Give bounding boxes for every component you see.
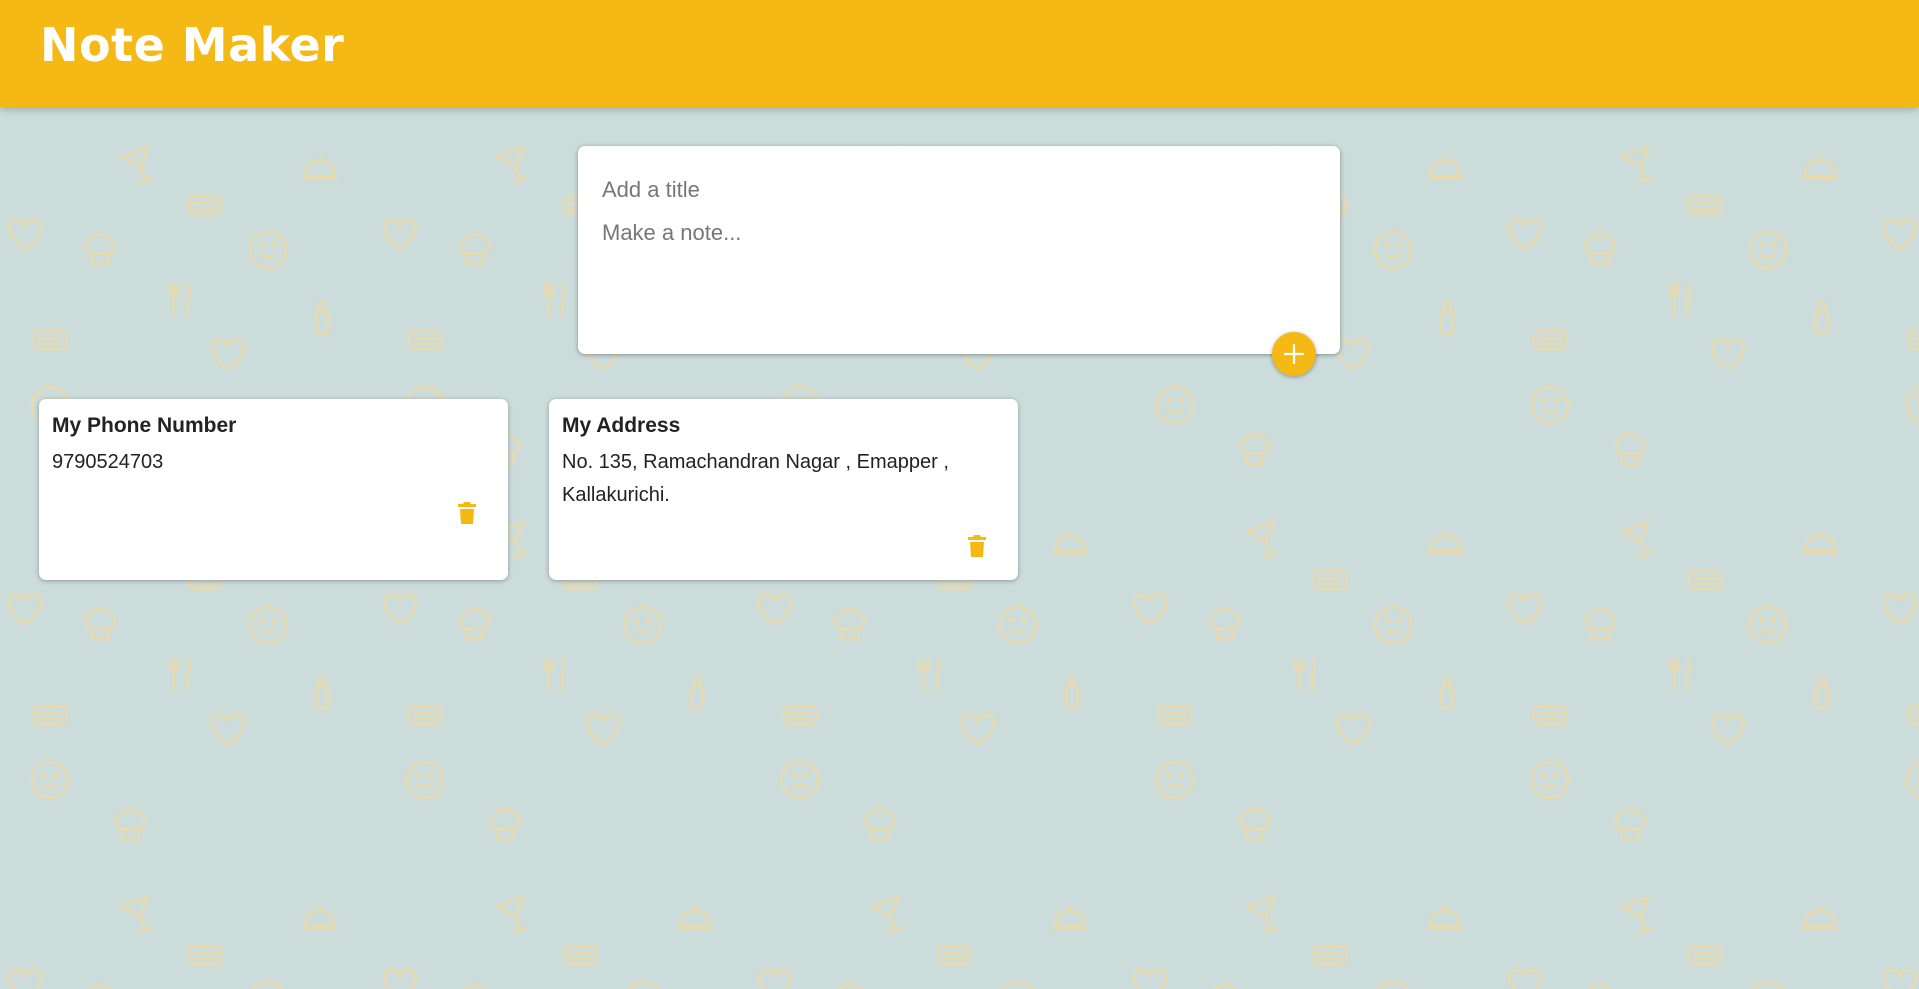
note-title-input[interactable] [602, 174, 1302, 206]
app-header: Note Maker [0, 0, 1919, 107]
note-content-input[interactable] [602, 220, 1302, 330]
note-title: My Address [562, 414, 681, 437]
note-content: No. 135, Ramachandran Nagar , Emapper , … [562, 451, 949, 506]
add-note-button[interactable] [1272, 332, 1316, 376]
create-note-form [578, 146, 1340, 354]
app-title: Note Maker [40, 18, 345, 72]
note-content: 9790524703 [52, 451, 164, 473]
delete-note-button[interactable] [967, 534, 987, 561]
trash-icon [458, 502, 476, 524]
trash-icon [968, 535, 986, 557]
delete-note-button[interactable] [457, 501, 477, 528]
note-card: My Phone Number 9790524703 [39, 399, 508, 580]
note-card: My Address No. 135, Ramachandran Nagar ,… [549, 399, 1018, 580]
note-title: My Phone Number [52, 414, 237, 437]
plus-icon [1283, 343, 1305, 365]
